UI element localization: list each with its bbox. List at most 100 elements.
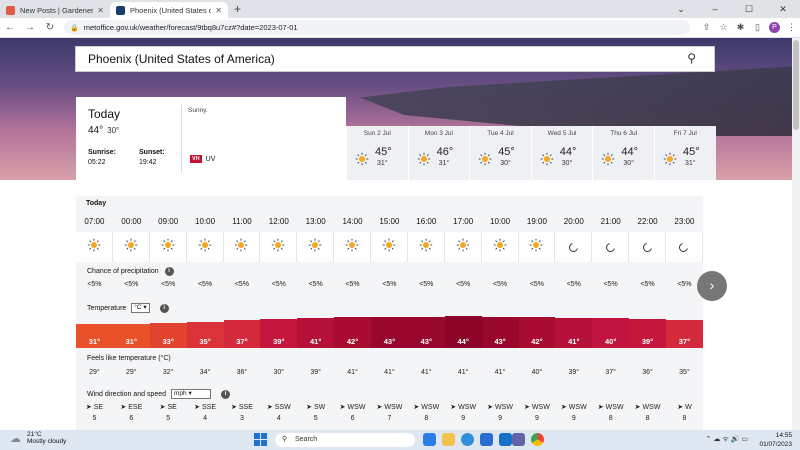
wind-direction: ➤ SSE	[224, 403, 261, 411]
maximize-button[interactable]: ☐	[732, 0, 766, 18]
page-scrollbar[interactable]	[792, 38, 800, 430]
wind-speed: 8	[424, 415, 429, 422]
wind-direction: ➤ WSW	[555, 403, 592, 411]
close-tab-icon[interactable]: ✕	[97, 6, 104, 15]
start-windows-icon[interactable]	[254, 433, 267, 446]
weather-widget[interactable]: ☁ 21°C Mostly cloudy	[10, 431, 66, 445]
today-title: Today	[88, 107, 121, 121]
back-arrow-icon[interactable]: ←	[0, 22, 20, 33]
wind-unit-select[interactable]: mph ▾	[171, 389, 211, 399]
close-tab-icon[interactable]: ✕	[215, 6, 222, 15]
temp-unit-select[interactable]: °C ▾	[131, 303, 150, 313]
file-explorer-icon[interactable]	[442, 433, 455, 446]
day-card[interactable]: Sun 2 Jul 45° 31°	[346, 126, 408, 180]
wind-direction-text: WSW	[458, 404, 477, 411]
clock[interactable]: 14:55 01/07/2023	[759, 431, 792, 449]
next-hours-button[interactable]: ›	[697, 271, 727, 301]
info-icon[interactable]: i	[164, 267, 174, 276]
wind-speed: 9	[534, 415, 539, 422]
url-field[interactable]: 🔒 metoffice.gov.uk/weather/forecast/9tbq…	[64, 20, 690, 35]
tab-gardeners-corner[interactable]: New Posts | Gardeners Corner - T ✕	[0, 2, 110, 18]
menu-kebab-icon[interactable]: ⋮	[783, 22, 800, 33]
chevron-down-icon[interactable]: ⌄	[664, 0, 698, 18]
today-summary-card: Today 44° 30° Sunrise: 05:22 Sunset: 19:4…	[76, 97, 346, 180]
sun-icon	[419, 238, 433, 257]
tray-icons[interactable]: ⌃ ☁ ᯤ 🔊 ▭	[706, 435, 748, 444]
hour-label: 10:00	[490, 217, 511, 226]
taskbar-search[interactable]: ⚲ Search	[275, 433, 415, 447]
hour-label: 14:00	[342, 217, 363, 226]
weather-icon-cell	[224, 232, 261, 262]
scrollbar-thumb[interactable]	[793, 40, 799, 130]
forward-arrow-icon[interactable]: →	[20, 22, 40, 33]
weather-icon-cell	[150, 232, 187, 262]
temperature-bar: 42°	[334, 317, 371, 348]
tab-strip: New Posts | Gardeners Corner - T ✕ Phoen…	[0, 0, 800, 18]
wind-speed: 7	[387, 415, 392, 422]
share-icon[interactable]: ⇪	[698, 22, 715, 33]
feels-like-value: 35°	[679, 369, 690, 376]
wind-speed: 3	[239, 415, 244, 422]
hours-row: 07:00 00:00 09:00 10:00 11:00 12:00 13:00 14:00…	[76, 214, 703, 230]
day-card[interactable]: Mon 3 Jul 46° 31°	[407, 126, 470, 180]
info-icon[interactable]: i	[221, 389, 230, 399]
teams-icon[interactable]	[512, 433, 525, 446]
day-high: 45°	[498, 146, 515, 158]
chrome-icon[interactable]	[531, 433, 544, 446]
wind-direction: ➤ WSW	[629, 403, 666, 411]
extensions-icon[interactable]: ✱	[732, 22, 749, 33]
today-high: 44°	[88, 125, 104, 136]
info-icon[interactable]: i	[159, 303, 169, 313]
sun-icon	[663, 152, 677, 171]
edge-icon[interactable]	[423, 433, 436, 446]
day-low: 30°	[561, 160, 573, 167]
hour-label: 10:00	[195, 217, 216, 226]
tab-phoenix[interactable]: Phoenix (United States of Americ ✕	[110, 2, 228, 18]
wind-arrow-icon: ➤	[487, 404, 494, 411]
wind-direction: ➤ SE	[150, 403, 187, 411]
day-high: 44°	[621, 146, 639, 158]
sidepanel-icon[interactable]: ▯	[749, 22, 766, 33]
day-card[interactable]: Wed 5 Jul 44° 30°	[530, 126, 593, 180]
close-window-button[interactable]: ✕	[766, 0, 800, 18]
sun-icon	[355, 152, 369, 171]
mail-icon[interactable]	[499, 433, 512, 446]
day-high: 45°	[375, 146, 392, 158]
wind-direction-text: SE	[167, 404, 177, 411]
store-icon[interactable]	[480, 433, 493, 446]
day-card[interactable]: Tue 4 Jul 45° 30°	[469, 126, 531, 180]
search-value: Phoenix (United States of America)	[88, 52, 275, 66]
tab-title: Phoenix (United States of Americ	[130, 5, 212, 15]
search-icon[interactable]: ⚲	[687, 51, 696, 65]
wind-direction-text: WSW	[495, 404, 513, 411]
sun-icon	[478, 152, 492, 171]
new-tab-button[interactable]: +	[234, 2, 241, 18]
minimize-button[interactable]: –	[698, 0, 732, 18]
precip-label: Chance of precipitation	[87, 268, 159, 275]
location-search-input[interactable]: Phoenix (United States of America) ⚲	[75, 46, 715, 72]
wind-arrow-icon: ➤	[524, 404, 530, 411]
hour-label: 16:00	[416, 217, 437, 226]
wind-direction-text: SSE	[238, 404, 253, 411]
temperature-bar: 42°	[518, 317, 556, 348]
reload-icon[interactable]: ↻	[40, 22, 60, 33]
day-low: 31°	[684, 160, 696, 167]
wind-direction-text: WSW	[384, 404, 403, 411]
sun-icon	[529, 238, 543, 257]
wind-arrow-icon: ➤	[85, 404, 92, 411]
hourly-forecast-table: Today 07:00 00:00 09:00 10:00 11:00 12:00 13:0…	[76, 196, 706, 430]
wind-arrow-icon: ➤	[597, 404, 604, 411]
profile-avatar[interactable]: P	[769, 22, 780, 33]
wind-speed-row: 5 6 5 4 3 4 5 6 7 8 9 9 9 9 8 8 8	[76, 415, 703, 422]
wind-arrow-icon: ➤	[634, 404, 641, 411]
feels-like-value: 37°	[605, 369, 616, 376]
wind-speed: 6	[350, 415, 355, 422]
edge-browser-icon[interactable]	[461, 433, 474, 446]
clock-date: 01/07/2023	[759, 441, 792, 448]
bookmark-star-icon[interactable]: ☆	[715, 22, 732, 33]
wind-arrow-icon: ➤	[230, 404, 237, 411]
day-card[interactable]: Thu 6 Jul 44° 30°	[592, 126, 654, 180]
wind-direction-text: SW	[313, 404, 326, 411]
gardeners-favicon-icon	[6, 5, 15, 15]
day-card[interactable]: Fri 7 Jul 45° 31°	[653, 126, 716, 180]
